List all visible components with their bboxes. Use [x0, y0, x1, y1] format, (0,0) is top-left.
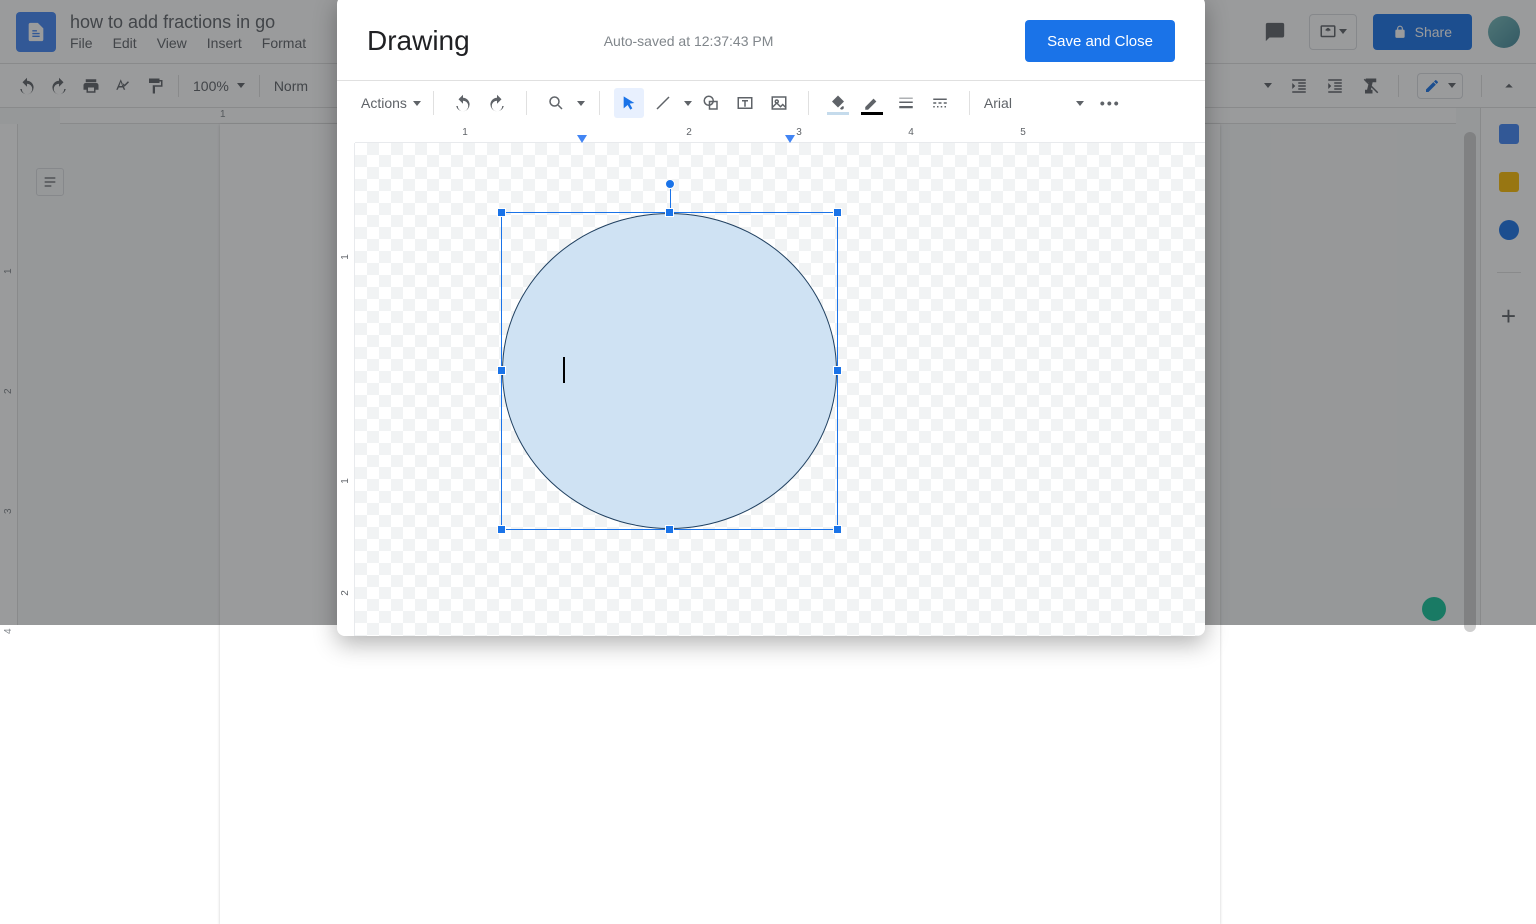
indent-marker-left[interactable] — [577, 135, 587, 143]
border-dash-icon[interactable] — [925, 88, 955, 118]
indent-marker-right[interactable] — [785, 135, 795, 143]
canvas-vertical-ruler[interactable]: 1 1 2 — [337, 143, 355, 636]
chevron-down-icon — [413, 101, 421, 106]
autosave-status: Auto-saved at 12:37:43 PM — [604, 33, 774, 49]
ruler-label: 3 — [796, 127, 802, 138]
line-tool-icon[interactable] — [648, 88, 678, 118]
save-and-close-button[interactable]: Save and Close — [1025, 20, 1175, 62]
separator — [526, 91, 527, 115]
dialog-header: Drawing Auto-saved at 12:37:43 PM Save a… — [337, 0, 1205, 80]
ruler-label: 1 — [340, 478, 351, 484]
selection-box[interactable] — [501, 212, 838, 530]
separator — [433, 91, 434, 115]
resize-handle-br[interactable] — [833, 525, 842, 534]
drawing-toolbar: Actions Arial — [337, 81, 1205, 125]
ruler-label: 2 — [340, 590, 351, 596]
resize-handle-b[interactable] — [665, 525, 674, 534]
resize-handle-tr[interactable] — [833, 208, 842, 217]
more-options-icon[interactable]: ••• — [1094, 95, 1127, 111]
drawing-canvas[interactable] — [355, 143, 1205, 636]
select-tool-icon[interactable] — [614, 88, 644, 118]
chevron-down-icon — [1076, 101, 1084, 106]
drawing-dialog: Drawing Auto-saved at 12:37:43 PM Save a… — [337, 0, 1205, 636]
fill-color-icon[interactable] — [823, 88, 853, 118]
resize-handle-r[interactable] — [833, 366, 842, 375]
textbox-tool-icon[interactable] — [730, 88, 760, 118]
shape-tool-icon[interactable] — [696, 88, 726, 118]
actions-label: Actions — [361, 95, 407, 111]
chevron-down-icon[interactable] — [577, 101, 585, 106]
zoom-icon[interactable] — [541, 88, 571, 118]
canvas-horizontal-ruler[interactable]: 1 2 3 4 5 — [355, 125, 1205, 143]
border-weight-icon[interactable] — [891, 88, 921, 118]
font-name: Arial — [984, 95, 1012, 111]
border-color-icon[interactable] — [857, 88, 887, 118]
actions-menu[interactable]: Actions — [357, 95, 425, 111]
ruler-label: 5 — [1020, 127, 1026, 138]
redo-icon[interactable] — [482, 88, 512, 118]
resize-handle-l[interactable] — [497, 366, 506, 375]
font-select[interactable]: Arial — [978, 95, 1090, 111]
separator — [969, 91, 970, 115]
separator — [808, 91, 809, 115]
ruler-label: 1 — [462, 127, 468, 138]
chevron-down-icon[interactable] — [684, 101, 692, 106]
ruler-label: 1 — [340, 254, 351, 260]
ruler-label: 2 — [686, 127, 692, 138]
resize-handle-t[interactable] — [665, 208, 674, 217]
resize-handle-bl[interactable] — [497, 525, 506, 534]
ruler-label: 4 — [3, 628, 14, 634]
image-tool-icon[interactable] — [764, 88, 794, 118]
drawing-canvas-wrap: 1 2 3 4 5 1 1 2 — [337, 125, 1205, 636]
dialog-title: Drawing — [367, 25, 470, 57]
rotation-handle[interactable] — [665, 179, 675, 189]
separator — [599, 91, 600, 115]
text-cursor — [563, 357, 565, 383]
ruler-label: 4 — [908, 127, 914, 138]
undo-icon[interactable] — [448, 88, 478, 118]
resize-handle-tl[interactable] — [497, 208, 506, 217]
